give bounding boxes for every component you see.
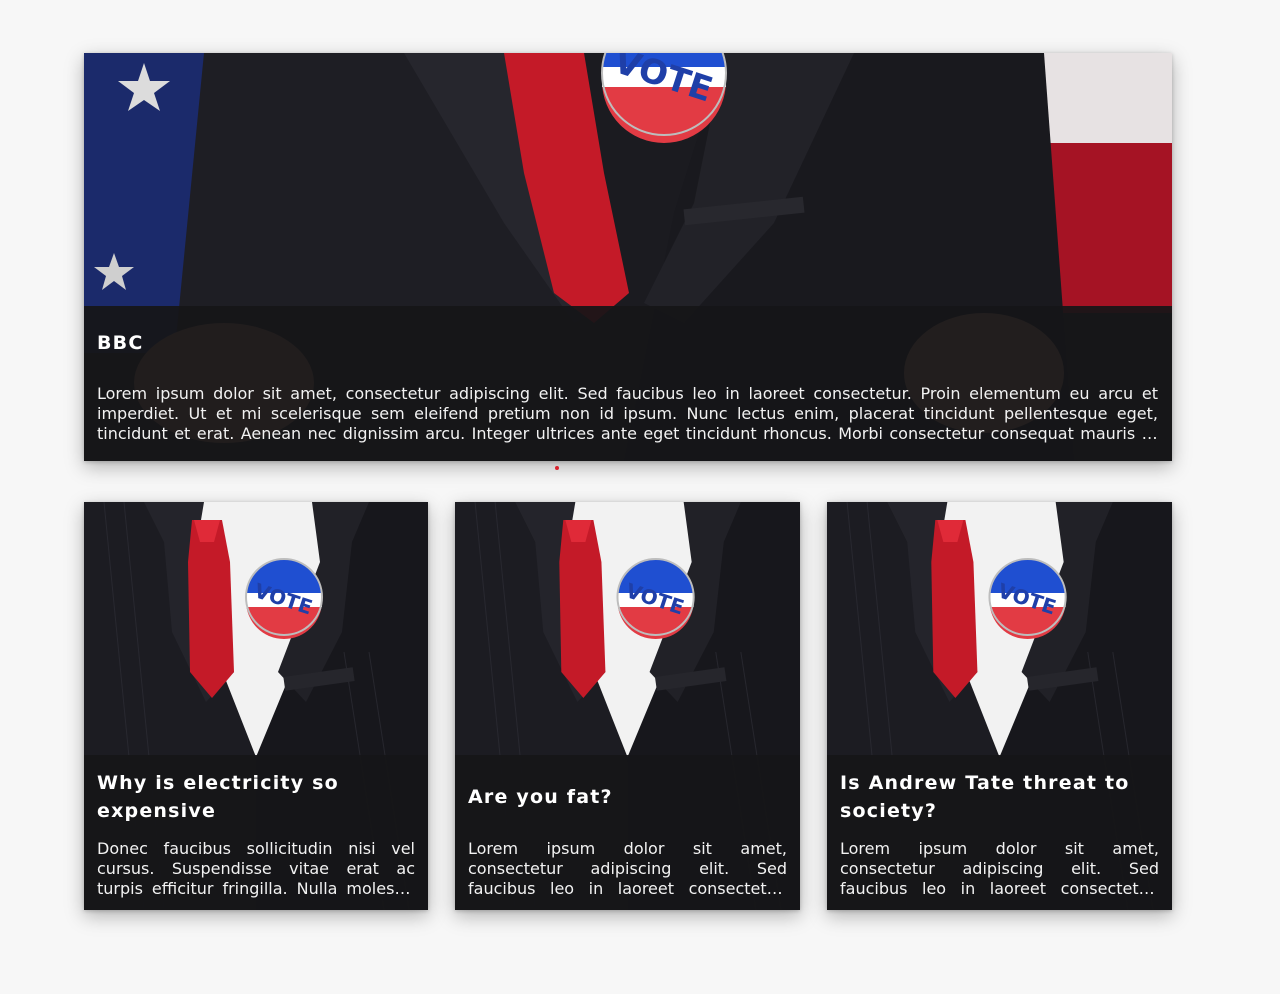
card-text: Donec faucibus sollicitudin nisi vel cur… xyxy=(97,839,415,898)
card-title-wrap: Is Andrew Tate threat to society? xyxy=(840,765,1159,829)
card-title-wrap: Are you fat? xyxy=(468,765,787,829)
card-overlay: Is Andrew Tate threat to society? Lorem … xyxy=(827,755,1172,910)
featured-title[interactable]: BBC xyxy=(97,330,1158,356)
featured-card[interactable]: VOTE BBC Lorem ipsum dolor sit amet, con… xyxy=(84,53,1172,461)
card-overlay: Are you fat? Lorem ipsum dolor sit amet,… xyxy=(455,755,800,910)
card-overlay: Why is electricity so expensive Donec fa… xyxy=(84,755,428,910)
carousel-indicator-dot[interactable] xyxy=(555,466,559,470)
article-card-1[interactable]: Why is electricity so expensive Donec fa… xyxy=(84,502,428,910)
card-text: Lorem ipsum dolor sit amet, consectetur … xyxy=(840,839,1159,898)
card-title[interactable]: Is Andrew Tate threat to society? xyxy=(840,769,1159,825)
article-card-2[interactable]: Are you fat? Lorem ipsum dolor sit amet,… xyxy=(455,502,800,910)
article-card-3[interactable]: Is Andrew Tate threat to society? Lorem … xyxy=(827,502,1172,910)
card-text: Lorem ipsum dolor sit amet, consectetur … xyxy=(468,839,787,898)
card-title-wrap: Why is electricity so expensive xyxy=(97,765,415,829)
featured-text: Lorem ipsum dolor sit amet, consectetur … xyxy=(97,384,1158,443)
card-title[interactable]: Why is electricity so expensive xyxy=(97,769,415,825)
featured-overlay: BBC Lorem ipsum dolor sit amet, consecte… xyxy=(84,306,1172,461)
card-title[interactable]: Are you fat? xyxy=(468,783,613,811)
